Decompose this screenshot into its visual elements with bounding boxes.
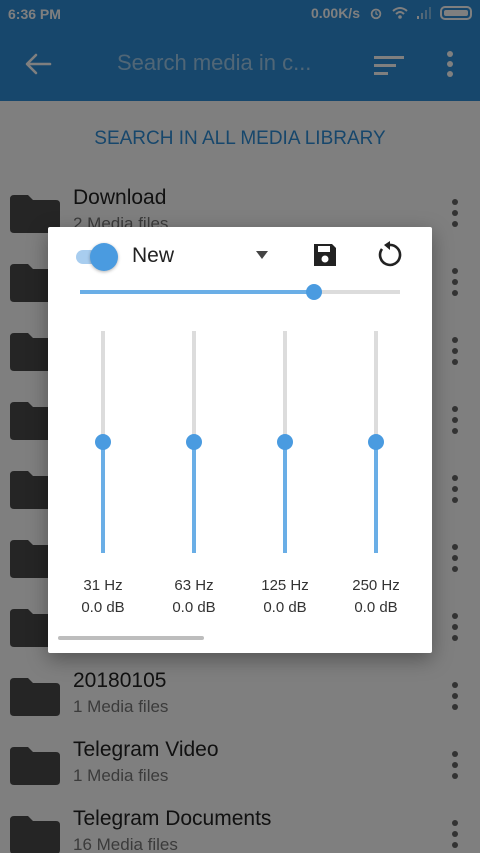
band-fill [283, 442, 287, 553]
reset-icon[interactable] [375, 241, 403, 269]
band-frequency-label: 31 Hz [83, 577, 123, 594]
band-thumb[interactable] [95, 434, 111, 450]
equalizer-band-2: 125 Hz 0.0 dB [240, 331, 330, 631]
dropdown-arrow-icon[interactable] [254, 249, 270, 261]
preamp-thumb[interactable] [305, 284, 322, 300]
equalizer-band-0: 31 Hz 0.0 dB [58, 331, 148, 631]
horizontal-scrollbar[interactable] [58, 636, 204, 640]
equalizer-enable-switch[interactable] [72, 243, 120, 271]
preamp-slider[interactable] [80, 281, 400, 303]
preset-name[interactable]: New [132, 244, 174, 268]
band-frequency-label: 125 Hz [261, 577, 309, 594]
save-icon[interactable] [312, 242, 338, 268]
equalizer-band-3: 250 Hz 0.0 dB [331, 331, 421, 631]
preamp-fill [80, 290, 314, 294]
band-fill [374, 442, 378, 553]
band-gain-label: 0.0 dB [81, 599, 125, 616]
band-frequency-label: 250 Hz [352, 577, 400, 594]
band-fill [192, 442, 196, 553]
band-thumb[interactable] [277, 434, 293, 450]
band-frequency-label: 63 Hz [174, 577, 214, 594]
equalizer-band-1: 63 Hz 0.0 dB [149, 331, 239, 631]
band-thumb[interactable] [186, 434, 202, 450]
band-thumb[interactable] [368, 434, 384, 450]
band-gain-label: 0.0 dB [354, 599, 398, 616]
band-gain-label: 0.0 dB [263, 599, 307, 616]
band-gain-label: 0.0 dB [172, 599, 216, 616]
equalizer-dialog: New 31 Hz 0.0 dB 63 Hz 0.0 dB 125 Hz 0.0 dB 25… [48, 227, 432, 653]
switch-knob [90, 243, 118, 271]
equalizer-bands: 31 Hz 0.0 dB 63 Hz 0.0 dB 125 Hz 0.0 dB 250 Hz… [58, 331, 422, 631]
band-fill [101, 442, 105, 553]
